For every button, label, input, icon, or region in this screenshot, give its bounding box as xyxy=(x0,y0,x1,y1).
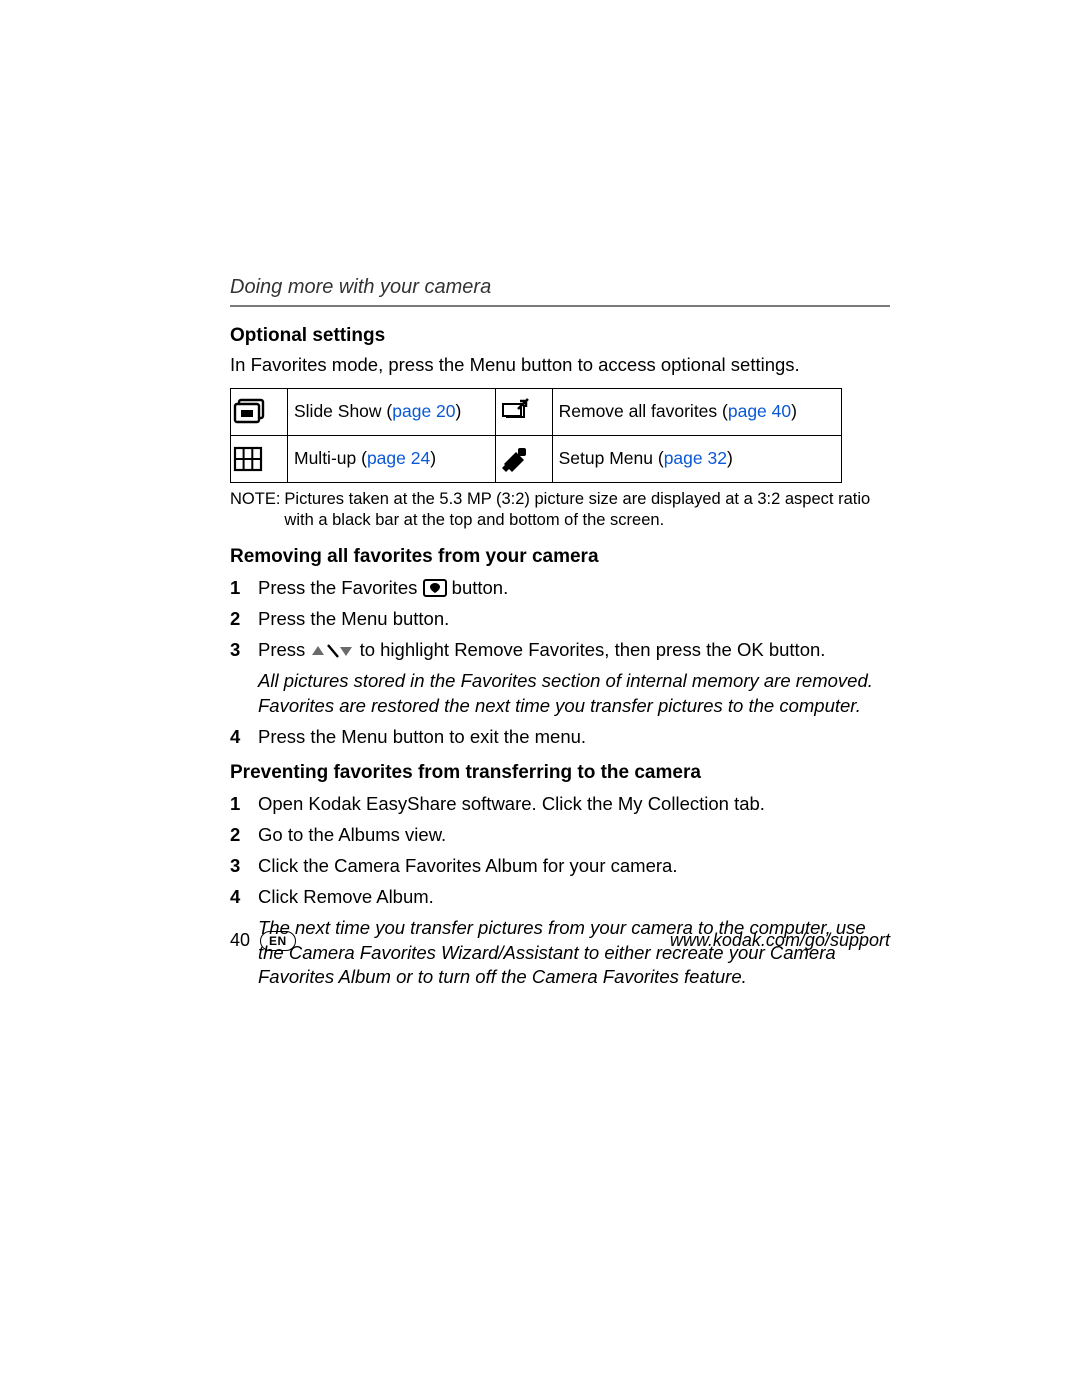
slideshow-close: ) xyxy=(456,401,462,421)
step-italic-note: All pictures stored in the Favorites sec… xyxy=(258,669,890,719)
section-preventing-transfer-title: Preventing favorites from transferring t… xyxy=(230,762,890,784)
setup-link[interactable]: page 32 xyxy=(664,448,727,468)
step-3-2: 2 Go to the Albums view. xyxy=(230,823,890,848)
step-text-pre: Press xyxy=(258,639,310,660)
language-badge: EN xyxy=(260,931,296,951)
step-text: Click Remove Album. xyxy=(258,886,434,907)
step-number: 3 xyxy=(230,638,258,719)
slideshow-icon xyxy=(231,388,288,435)
step-2-2: 2 Press the Menu button. xyxy=(230,607,890,632)
step-2-1: 1 Press the Favorites button. xyxy=(230,576,890,601)
page-footer: 40 EN www.kodak.com/go/support xyxy=(230,930,890,951)
step-number: 4 xyxy=(230,725,258,750)
remove-favorites-icon xyxy=(495,388,552,435)
step-text: Open Kodak EasyShare software. Click the… xyxy=(258,792,890,817)
favorites-icon xyxy=(423,579,447,597)
multiup-close: ) xyxy=(430,448,436,468)
section-removing-favorites-title: Removing all favorites from your camera xyxy=(230,546,890,568)
remove-favorites-link[interactable]: page 40 xyxy=(728,401,791,421)
step-text: Click the Camera Favorites Album for you… xyxy=(258,854,890,879)
note-label: NOTE: xyxy=(230,489,284,532)
multiup-icon xyxy=(231,435,288,482)
multiup-link[interactable]: page 24 xyxy=(367,448,430,468)
step-number: 1 xyxy=(230,576,258,601)
step-text-post: to highlight Remove Favorites, then pres… xyxy=(360,639,826,660)
up-down-arrows-icon xyxy=(310,643,354,659)
note-text: Pictures taken at the 5.3 MP (3:2) pictu… xyxy=(284,489,890,532)
step-text: Go to the Albums view. xyxy=(258,823,890,848)
step-3-3: 3 Click the Camera Favorites Album for y… xyxy=(230,854,890,879)
settings-table: Slide Show (page 20) Remove all favorite… xyxy=(230,388,842,483)
setup-icon xyxy=(495,435,552,482)
setup-close: ) xyxy=(727,448,733,468)
running-header: Doing more with your camera xyxy=(230,276,890,307)
step-number: 1 xyxy=(230,792,258,817)
step-text: Press the Menu button to exit the menu. xyxy=(258,725,890,750)
step-2-4: 4 Press the Menu button to exit the menu… xyxy=(230,725,890,750)
setup-cell: Setup Menu (page 32) xyxy=(552,435,841,482)
setup-label: Setup Menu ( xyxy=(559,448,664,468)
slideshow-label: Slide Show ( xyxy=(294,401,392,421)
step-number: 2 xyxy=(230,607,258,632)
step-italic-note: The next time you transfer pictures from… xyxy=(258,916,890,991)
multiup-cell: Multi-up (page 24) xyxy=(288,435,496,482)
step-3-1: 1 Open Kodak EasyShare software. Click t… xyxy=(230,792,890,817)
step-2-3: 3 Press to highlight Remove Favorites, t… xyxy=(230,638,890,719)
step-text-pre: Press the Favorites xyxy=(258,577,423,598)
support-url[interactable]: www.kodak.com/go/support xyxy=(670,930,890,951)
section-optional-settings-title: Optional settings xyxy=(230,325,890,347)
multiup-label: Multi-up ( xyxy=(294,448,367,468)
preventing-transfer-steps: 1 Open Kodak EasyShare software. Click t… xyxy=(230,792,890,991)
optional-settings-intro: In Favorites mode, press the Menu button… xyxy=(230,353,890,378)
step-number: 3 xyxy=(230,854,258,879)
removing-favorites-steps: 1 Press the Favorites button. 2 Press th… xyxy=(230,576,890,750)
step-number: 2 xyxy=(230,823,258,848)
slideshow-link[interactable]: page 20 xyxy=(392,401,455,421)
slideshow-cell: Slide Show (page 20) xyxy=(288,388,496,435)
page-number: 40 xyxy=(230,930,250,951)
note-block: NOTE: Pictures taken at the 5.3 MP (3:2)… xyxy=(230,489,890,532)
remove-favorites-label: Remove all favorites ( xyxy=(559,401,728,421)
remove-favorites-close: ) xyxy=(791,401,797,421)
step-text: Press the Menu button. xyxy=(258,607,890,632)
step-text-post: button. xyxy=(452,577,509,598)
remove-favorites-cell: Remove all favorites (page 40) xyxy=(552,388,841,435)
